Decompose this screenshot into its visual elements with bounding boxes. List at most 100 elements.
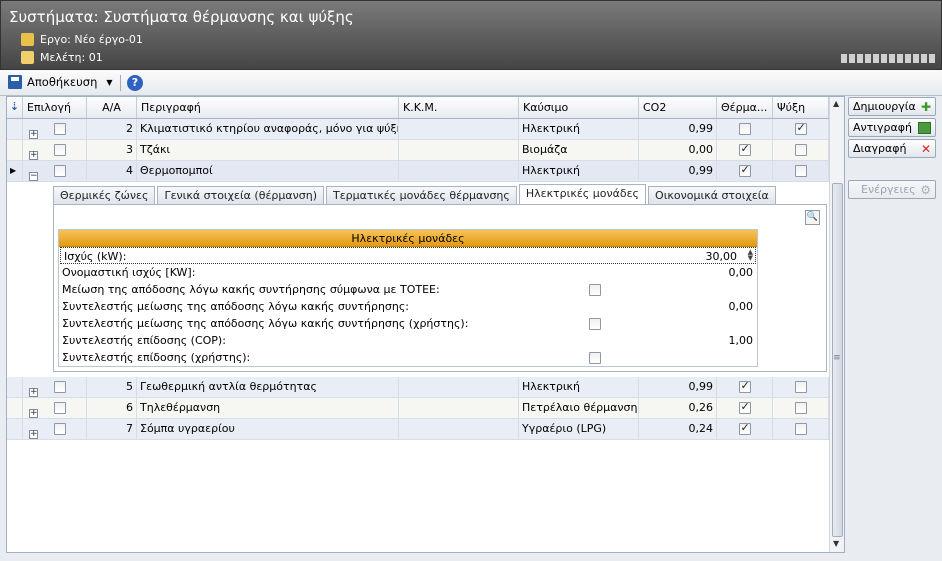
vertical-scrollbar[interactable]: ▲ ≡ ▼ [829,97,844,552]
expand-icon[interactable]: + [29,130,38,139]
expand-icon[interactable]: + [29,409,38,418]
plus-icon: ✚ [920,99,931,114]
field-label: Συντελεστής μείωσης της απόδοσης λόγω κα… [62,317,469,330]
detail-panel: Θερμικές ζώνες Γενικά στοιχεία (θέρμανση… [45,182,829,378]
chevron-down-icon[interactable]: ▼ [106,78,112,87]
tab-general-heating[interactable]: Γενικά στοιχεία (θέρμανση) [157,186,325,204]
field-row: Συντελεστής επίδοσης (COP): 1,00 [59,332,757,349]
power-field-row[interactable]: Ισχύς (kW): 30,00 ▲ ▼ [60,247,756,264]
heating-checkbox[interactable] [738,379,751,393]
field-checkbox[interactable] [589,352,601,364]
cooling-checkbox[interactable] [794,121,807,135]
heating-checkbox[interactable] [738,400,751,414]
sort-icon[interactable]: ⇣ [7,97,23,118]
window-title: Συστήματα: Συστήματα θέρμανσης και ψύξης [9,8,354,26]
cooling-checkbox[interactable] [794,144,807,156]
spinner-icon[interactable]: ▲ ▼ [748,249,753,262]
tab-thermal-zones[interactable]: Θερμικές ζώνες [53,186,156,204]
select-checkbox[interactable] [54,144,66,156]
cell-aa: 2 [87,119,137,139]
cooling-checkbox[interactable] [794,381,807,393]
table-row[interactable]: + 6 Τηλεθέρμανση Πετρέλαιο θέρμανσης 0,2… [7,398,829,419]
heating-checkbox[interactable] [738,142,751,156]
scroll-grip-icon: ≡ [833,353,841,363]
section-title: Ηλεκτρικές μονάδες [59,230,757,247]
tab-electric-units[interactable]: Ηλεκτρικές μονάδες [518,184,647,204]
field-row: Συντελεστής μείωσης της απόδοσης λόγω κα… [59,315,757,332]
field-row: Συντελεστής μείωσης της απόδοσης λόγω κα… [59,298,757,315]
field-label: Ονομαστική ισχύς [KW]: [62,266,196,279]
field-row: Μείωση της απόδοσης λόγω κακής συντήρηση… [59,281,757,298]
electric-units-section: Ηλεκτρικές μονάδες Ισχύς (kW): 30,00 ▲ ▼ … [58,229,758,367]
field-label: Ισχύς (kW): [64,250,127,263]
tab-economic-data[interactable]: Οικονομικά στοιχεία [648,186,776,204]
cell-aa: 4 [87,161,137,181]
magnifier-icon[interactable]: 🔍 [805,210,820,225]
cell-fuel: Υγραέριο (LPG) [519,419,639,439]
col-header-aa[interactable]: Α/Α [87,97,137,118]
col-header-heating[interactable]: Θέρμα... [717,97,773,118]
study-line: Μελέτη: 01 [21,51,103,64]
power-input[interactable]: 30,00 [706,250,738,263]
expand-icon[interactable]: + [29,388,38,397]
table-row[interactable]: + 2 Κλιματιστικό κτηρίου αναφοράς, μόνο … [7,119,829,140]
save-label: Αποθήκευση [27,75,98,89]
expand-icon[interactable]: + [29,151,38,160]
scroll-up-icon[interactable]: ▲ [833,99,839,108]
collapse-icon[interactable]: − [29,172,38,181]
field-value[interactable]: 0,00 [729,266,754,279]
toolbar: Αποθήκευση ▼ ? [0,70,942,96]
select-checkbox[interactable] [54,165,66,177]
actions-button[interactable]: Ενέργειες ⚙ [848,180,936,199]
save-button[interactable]: Αποθήκευση ▼ [8,75,113,89]
scroll-down-icon[interactable]: ▼ [833,539,839,548]
cell-fuel: Πετρέλαιο θέρμανσης [519,398,639,418]
field-value[interactable]: 0,00 [729,300,754,313]
cell-fuel: Ηλεκτρική [519,119,639,139]
copy-button[interactable]: Αντιγραφή [848,118,936,137]
help-icon[interactable]: ? [127,75,143,91]
detail-tabs: Θερμικές ζώνες Γενικά στοιχεία (θέρμανση… [53,184,776,204]
copy-icon [918,121,931,134]
table-row[interactable]: + 3 Τζάκι Βιομάζα 0,00 [7,140,829,161]
expand-icon[interactable]: + [29,430,38,439]
field-checkbox[interactable] [589,284,601,296]
heating-checkbox[interactable] [738,163,751,177]
toolbar-separator [120,75,121,91]
select-checkbox[interactable] [54,381,66,393]
delete-label: Διαγραφή [853,142,907,155]
delete-button[interactable]: Διαγραφή ✕ [848,139,936,158]
col-header-fuel[interactable]: Καύσιμο [519,97,639,118]
table-row[interactable]: + 5 Γεωθερμική αντλία θερμότητας Ηλεκτρι… [7,377,829,398]
cooling-checkbox[interactable] [794,165,807,177]
field-checkbox[interactable] [589,318,601,330]
col-header-co2[interactable]: CO2 [639,97,717,118]
cell-co2: 0,99 [639,119,717,139]
project-label: Εργο: Νέο έργο-01 [40,33,143,46]
create-label: Δημιουργία [853,100,916,113]
col-header-kkm[interactable]: Κ.Κ.Μ. [399,97,519,118]
study-label: Μελέτη: 01 [40,51,103,64]
tab-terminal-units[interactable]: Τερματικές μονάδες θέρμανσης [326,186,517,204]
heating-checkbox[interactable] [738,421,751,435]
electric-units-panel: 🔍 Ηλεκτρικές μονάδες Ισχύς (kW): 30,00 ▲… [53,204,827,372]
gear-icon: ⚙ [920,182,931,197]
cooling-checkbox[interactable] [794,423,807,435]
col-header-description[interactable]: Περιγραφή [137,97,399,118]
grid-header: ⇣ Επιλογή Α/Α Περιγραφή Κ.Κ.Μ. Καύσιμο C… [7,97,829,119]
select-checkbox[interactable] [54,123,66,135]
cell-fuel: Ηλεκτρική [519,161,639,181]
select-checkbox[interactable] [54,402,66,414]
cell-co2: 0,99 [639,161,717,181]
select-checkbox[interactable] [54,423,66,435]
col-header-cooling[interactable]: Ψύξη [773,97,829,118]
create-button[interactable]: Δημιουργία ✚ [848,97,936,116]
heating-checkbox[interactable] [738,123,751,135]
cooling-checkbox[interactable] [794,402,807,414]
cell-description: Γεωθερμική αντλία θερμότητας [137,377,399,397]
table-row[interactable]: + 7 Σόμπα υγραερίου Υγραέριο (LPG) 0,24 [7,419,829,440]
progress-indicator [841,54,935,63]
col-header-select[interactable]: Επιλογή [23,97,87,118]
table-row-selected[interactable]: ▶ − 4 Θερμοπομποί Ηλεκτρική 0,99 [7,161,829,182]
field-value[interactable]: 1,00 [729,334,754,347]
